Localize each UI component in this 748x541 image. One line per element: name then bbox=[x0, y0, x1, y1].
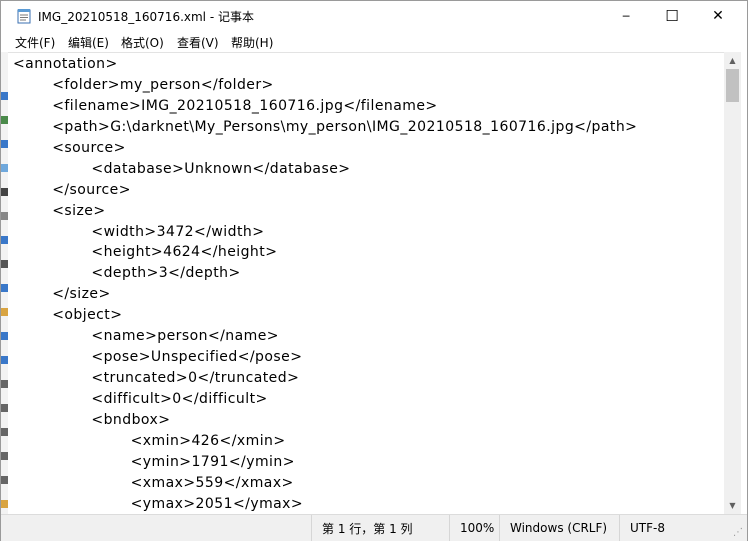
status-bar: 第 1 行，第 1 列 100% Windows (CRLF) UTF-8 ⋰ bbox=[1, 514, 747, 541]
text-line[interactable]: <difficult>0</difficult> bbox=[13, 389, 637, 410]
zoom-level-text: 100% bbox=[460, 521, 495, 535]
text-line[interactable]: <database>Unknown</database> bbox=[13, 159, 637, 180]
text-line[interactable]: <ymax>2051</ymax> bbox=[13, 494, 637, 515]
encoding-text: UTF-8 bbox=[630, 521, 665, 535]
menu-view[interactable]: 查看(V) bbox=[177, 34, 219, 51]
notepad-window: IMG_20210518_160716.xml - 记事本 ─ ☐ ✕ 文件(F… bbox=[0, 0, 748, 541]
text-line[interactable]: <truncated>0</truncated> bbox=[13, 368, 637, 389]
scrollbar-thumb[interactable] bbox=[726, 69, 739, 102]
vertical-scrollbar[interactable]: ▲ ▼ bbox=[724, 52, 741, 514]
menu-format[interactable]: 格式(O) bbox=[121, 34, 164, 51]
text-line[interactable]: <name>person</name> bbox=[13, 326, 637, 347]
text-line[interactable]: <source> bbox=[13, 138, 637, 159]
maximize-button[interactable]: ☐ bbox=[649, 1, 695, 31]
window-title: IMG_20210518_160716.xml - 记事本 bbox=[38, 10, 254, 24]
text-line[interactable]: <object> bbox=[13, 305, 637, 326]
menu-edit[interactable]: 编辑(E) bbox=[68, 34, 109, 51]
text-line[interactable]: <width>3472</width> bbox=[13, 222, 637, 243]
line-ending-text: Windows (CRLF) bbox=[510, 521, 608, 535]
text-line[interactable]: <bndbox> bbox=[13, 410, 637, 431]
cursor-position: 第 1 行，第 1 列 bbox=[311, 515, 449, 541]
cursor-position-text: 第 1 行，第 1 列 bbox=[322, 521, 413, 536]
text-line[interactable]: <xmin>426</xmin> bbox=[13, 431, 637, 452]
background-window-strip bbox=[1, 52, 8, 514]
text-line[interactable]: <annotation> bbox=[13, 54, 637, 75]
text-line[interactable]: <pose>Unspecified</pose> bbox=[13, 347, 637, 368]
text-line[interactable]: <path>G:\darknet\My_Persons\my_person\IM… bbox=[13, 117, 637, 138]
minimize-icon: ─ bbox=[622, 9, 630, 23]
notepad-icon bbox=[17, 9, 31, 24]
menu-bar: 文件(F) 编辑(E) 格式(O) 查看(V) 帮助(H) bbox=[1, 32, 747, 52]
text-line[interactable]: </size> bbox=[13, 284, 637, 305]
menu-help[interactable]: 帮助(H) bbox=[231, 34, 273, 51]
text-line[interactable]: <ymin>1791</ymin> bbox=[13, 452, 637, 473]
text-line[interactable]: <height>4624</height> bbox=[13, 242, 637, 263]
title-bar[interactable]: IMG_20210518_160716.xml - 记事本 ─ ☐ ✕ bbox=[1, 1, 747, 31]
text-line[interactable]: <folder>my_person</folder> bbox=[13, 75, 637, 96]
text-editor[interactable]: <annotation> <folder>my_person</folder> … bbox=[8, 52, 724, 515]
close-button[interactable]: ✕ bbox=[695, 1, 741, 31]
scroll-down-arrow-icon[interactable]: ▼ bbox=[724, 497, 741, 514]
maximize-icon: ☐ bbox=[665, 7, 679, 25]
editor-content[interactable]: <annotation> <folder>my_person</folder> … bbox=[13, 54, 637, 515]
menu-file[interactable]: 文件(F) bbox=[15, 34, 55, 51]
text-line[interactable]: <xmax>559</xmax> bbox=[13, 473, 637, 494]
zoom-level: 100% bbox=[449, 515, 499, 541]
text-line[interactable]: <depth>3</depth> bbox=[13, 263, 637, 284]
minimize-button[interactable]: ─ bbox=[603, 1, 649, 31]
text-line[interactable]: </source> bbox=[13, 180, 637, 201]
resize-grip-icon[interactable]: ⋰ bbox=[733, 527, 745, 539]
text-line[interactable]: <size> bbox=[13, 201, 637, 222]
text-line[interactable]: <filename>IMG_20210518_160716.jpg</filen… bbox=[13, 96, 637, 117]
close-icon: ✕ bbox=[712, 8, 724, 24]
scroll-up-arrow-icon[interactable]: ▲ bbox=[724, 52, 741, 69]
line-ending: Windows (CRLF) bbox=[499, 515, 619, 541]
encoding: UTF-8 bbox=[619, 515, 745, 541]
